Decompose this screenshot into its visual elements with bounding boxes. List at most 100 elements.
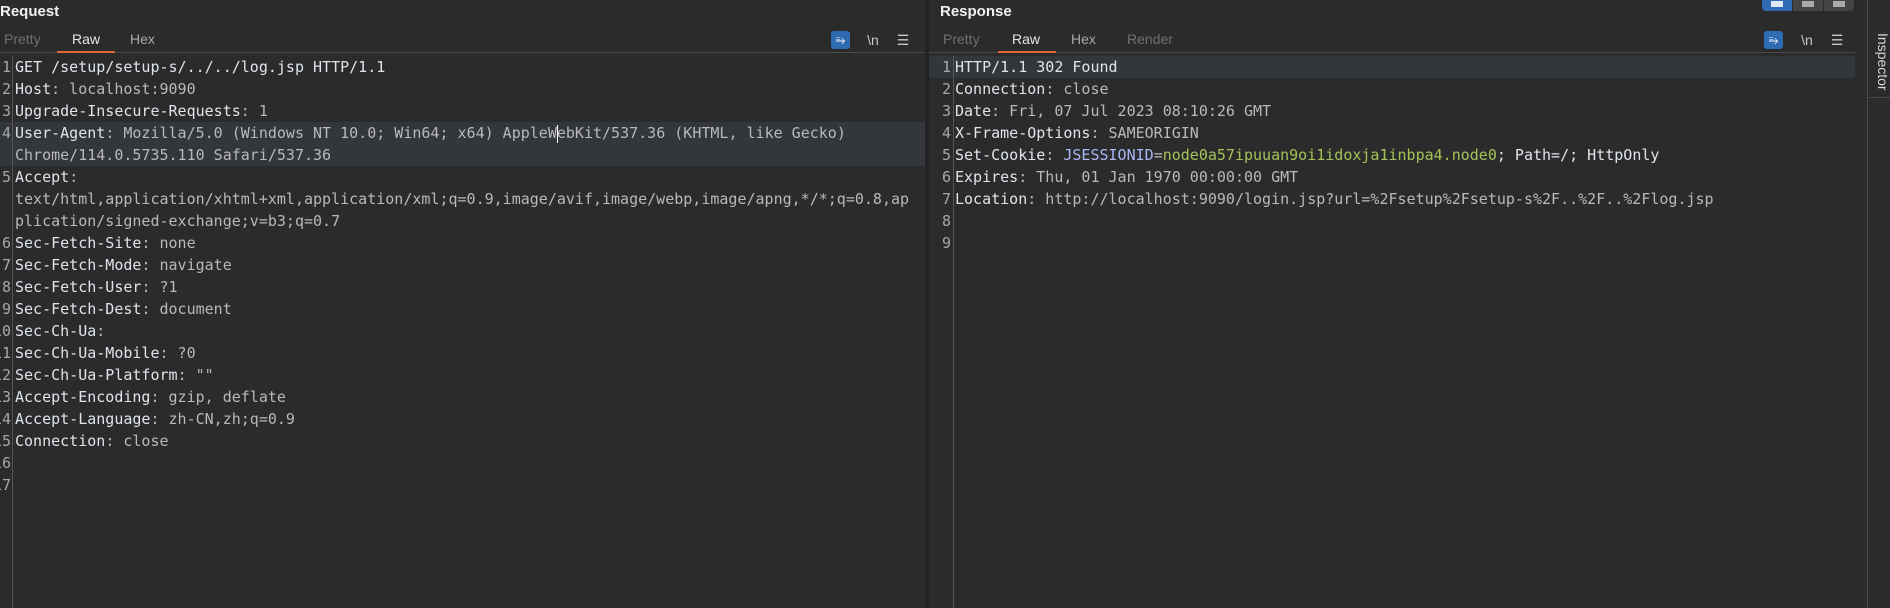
line-number: 9: [1, 300, 11, 318]
show-newlines-toggle[interactable]: \n: [864, 31, 882, 49]
line-text: Set-Cookie: JSESSIONID=node0a57ipuuan9oi…: [955, 144, 1845, 166]
cookie-name: JSESSIONID: [1063, 146, 1154, 164]
inspector-tab[interactable]: Inspector: [1869, 33, 1890, 98]
line-number: 1: [941, 58, 951, 76]
menu-icon[interactable]: ☰: [895, 31, 911, 49]
header-value: : navigate: [141, 256, 232, 274]
line-number: 5: [1, 168, 11, 186]
tab-pretty[interactable]: Pretty: [4, 31, 41, 51]
line-number: 7: [941, 190, 951, 208]
header-name: Sec-Fetch-Site: [15, 234, 142, 252]
header-value: : close: [1045, 80, 1109, 98]
header-name: Location: [955, 190, 1028, 208]
line-number: 7: [1, 256, 11, 274]
tab-hex[interactable]: Hex: [1071, 31, 1096, 51]
editor-line: 9: [929, 232, 1855, 254]
header-name: Sec-Ch-Ua: [15, 322, 97, 340]
line-text: Expires: Thu, 01 Jan 1970 00:00:00 GMT: [955, 166, 1845, 188]
line-text: Accept-Encoding: gzip, deflate: [15, 386, 913, 408]
tab-raw[interactable]: Raw: [1012, 31, 1040, 51]
request-title: Request: [0, 3, 60, 20]
header-value: : gzip, deflate: [150, 388, 286, 406]
editor-line: 15Connection: close: [0, 430, 925, 452]
header-name: X-Frame-Options: [955, 124, 1091, 142]
response-title: Response: [940, 3, 1012, 20]
line-number: 3: [1, 102, 11, 120]
line-number: 9: [941, 234, 951, 252]
header-name: ; Path=/; HttpOnly: [1496, 146, 1660, 164]
editor-line: 4 X-Frame-Options: SAMEORIGIN: [929, 122, 1855, 144]
line-number: 8: [1, 278, 11, 296]
editor-line: 8: [929, 210, 1855, 232]
header-value: : Mozilla/5.0 (Windows NT 10.0; Win64; x…: [105, 124, 557, 142]
line-text: Sec-Ch-Ua:: [15, 320, 913, 342]
header-name: Connection: [955, 80, 1046, 98]
header-name: Date: [955, 102, 992, 120]
header-value: =: [1153, 146, 1163, 164]
layout-side-by-side-button[interactable]: [1762, 0, 1792, 11]
header-value: : SAMEORIGIN: [1090, 124, 1199, 142]
editor-line: 5 Set-Cookie: JSESSIONID=node0a57ipuuan9o…: [929, 144, 1855, 166]
line-text: Sec-Fetch-Mode: navigate: [15, 254, 913, 276]
header-value: : document: [141, 300, 232, 318]
header-value: : zh-CN,zh;q=0.9: [150, 410, 295, 428]
editor-line: 17: [0, 474, 925, 496]
menu-icon[interactable]: ☰: [1829, 31, 1845, 49]
word-wrap-toggle-icon[interactable]: ⥱: [831, 31, 850, 49]
editor-line: 13Accept-Encoding: gzip, deflate: [0, 386, 925, 408]
line-number: 6: [941, 168, 951, 186]
header-name: Accept: [15, 168, 70, 186]
line-text: Connection: close: [15, 430, 913, 452]
editor-line: 1 HTTP/1.1 302 Found: [929, 56, 1855, 78]
response-tabs: Pretty Raw Hex Render: [929, 29, 1855, 53]
line-text: [955, 210, 1845, 232]
tab-render[interactable]: Render: [1127, 31, 1173, 51]
line-number: 14: [0, 410, 11, 428]
header-name: Upgrade-Insecure-Requests: [15, 102, 241, 120]
tab-pretty[interactable]: Pretty: [943, 31, 980, 51]
header-name: Sec-Fetch-User: [15, 278, 142, 296]
header-name: Set-Cookie: [955, 146, 1046, 164]
header-name: Sec-Ch-Ua-Mobile: [15, 344, 160, 362]
header-value: :: [1045, 146, 1064, 164]
line-text: GET /setup/setup-s/../../log.jsp HTTP/1.…: [15, 56, 913, 78]
editor-line: 10Sec-Ch-Ua:: [0, 320, 925, 342]
line-text: Accept: text/html,application/xhtml+xml,…: [15, 166, 913, 232]
tab-raw[interactable]: Raw: [72, 31, 100, 51]
layout-tabs-button[interactable]: [1823, 0, 1854, 11]
line-text: Sec-Fetch-Site: none: [15, 232, 913, 254]
tab-hex[interactable]: Hex: [130, 31, 155, 51]
header-value: : 1: [240, 102, 268, 120]
request-editor[interactable]: 1 GET /setup/setup-s/../../log.jsp HTTP/1…: [0, 56, 925, 608]
header-name: Accept-Encoding: [15, 388, 151, 406]
header-name: User-Agent: [15, 124, 106, 142]
editor-line: 8 Sec-Fetch-User: ?1: [0, 276, 925, 298]
header-value: : text/html,application/xhtml+xml,applic…: [15, 168, 910, 230]
layout-top-bottom-button[interactable]: [1792, 0, 1823, 11]
header-name: Sec-Ch-Ua-Platform: [15, 366, 178, 384]
editor-line: 9 Sec-Fetch-Dest: document: [0, 298, 925, 320]
layout-toggle-group: [1762, 0, 1854, 11]
header-name: Host: [15, 80, 52, 98]
header-name: Connection: [15, 432, 106, 450]
header-name: GET /setup/setup-s/../../log.jsp HTTP/1.…: [15, 58, 386, 76]
gutter-separator: [12, 56, 13, 608]
editor-line: 7 Location: http://localhost:9090/login.j…: [929, 188, 1855, 210]
line-number: 15: [0, 432, 11, 450]
response-pane: Response Pretty Raw Hex Render ⥱ \n ☰ 1H…: [929, 0, 1855, 608]
line-number: 4: [1, 124, 11, 142]
response-editor[interactable]: 1 HTTP/1.1 302 Found 2 Connection: close 3 Da…: [929, 56, 1855, 608]
editor-line: 3 Upgrade-Insecure-Requests: 1: [0, 100, 925, 122]
line-text: X-Frame-Options: SAMEORIGIN: [955, 122, 1845, 144]
header-value: : "": [177, 366, 214, 384]
request-pane: Request Pretty Raw Hex ⥱ \n ☰ 1 GET /setu…: [0, 0, 925, 608]
line-text: Upgrade-Insecure-Requests: 1: [15, 100, 913, 122]
word-wrap-toggle-icon[interactable]: ⥱: [1764, 31, 1783, 49]
line-text: HTTP/1.1 302 Found: [955, 56, 1845, 78]
editor-line: 3 Date: Fri, 07 Jul 2023 08:10:26 GMT: [929, 100, 1855, 122]
line-number: 1: [1, 58, 11, 76]
show-newlines-toggle[interactable]: \n: [1798, 31, 1816, 49]
header-value: : ?1: [141, 278, 178, 296]
header-name: Expires: [955, 168, 1019, 186]
line-number: 13: [0, 388, 11, 406]
